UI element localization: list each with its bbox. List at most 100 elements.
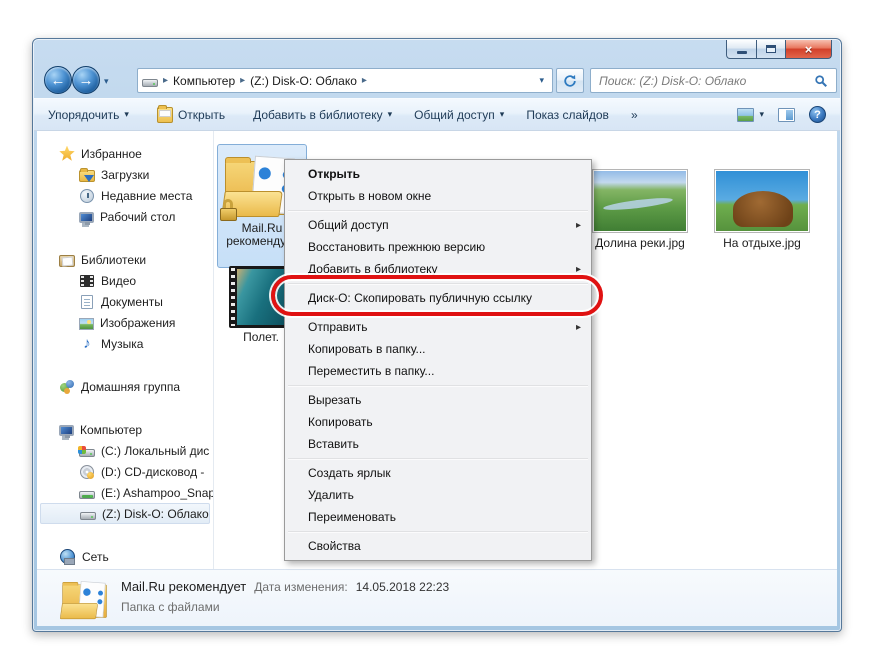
maximize-icon — [766, 45, 776, 53]
sidebar-item-pictures[interactable]: Изображения — [37, 312, 213, 333]
address-bar[interactable]: ▸ Компьютер ▸ (Z:) Disk-O: Облако ▸ ▾ — [137, 68, 553, 93]
menu-item-cut[interactable]: Вырезать — [286, 389, 590, 411]
menu-item-open-new-window[interactable]: Открыть в новом окне — [286, 185, 590, 207]
help-button[interactable]: ? — [809, 106, 826, 123]
image-thumbnail — [592, 169, 688, 233]
menu-item-rename[interactable]: Переименовать — [286, 506, 590, 528]
minimize-icon — [737, 51, 747, 54]
organize-button[interactable]: Упорядочить ▾ — [48, 108, 129, 122]
sidebar-item-videos[interactable]: Видео — [37, 270, 213, 291]
sidebar-item-desktop[interactable]: Рабочий стол — [37, 206, 213, 227]
search-placeholder: Поиск: (Z:) Disk-O: Облако — [599, 74, 814, 88]
explorer-window: × ← → ▾ ▸ Компьютер ▸ (Z:) Disk-O: Облак… — [32, 38, 842, 632]
details-pane: Mail.Ru рекомендует Дата изменения: 14.0… — [37, 569, 837, 626]
forward-button[interactable]: → — [72, 66, 100, 94]
computer-icon — [59, 425, 74, 436]
menu-item-open[interactable]: Открыть — [286, 163, 590, 185]
breadcrumb-separator-icon: ▸ — [362, 75, 367, 86]
image-tile-valley[interactable]: Долина реки.jpg — [585, 169, 695, 250]
menu-item-paste[interactable]: Вставить — [286, 433, 590, 455]
menu-item-add-to-library[interactable]: Добавить в библиотеку ▸ — [286, 258, 590, 280]
share-button[interactable]: Общий доступ ▾ — [414, 108, 504, 122]
menu-separator — [288, 210, 588, 211]
sidebar-item-network[interactable]: Сеть — [37, 546, 213, 567]
forward-arrow-icon: → — [79, 72, 94, 89]
close-icon: × — [805, 43, 813, 56]
sidebar-item-libraries[interactable]: Библиотеки — [37, 249, 213, 270]
chevron-down-icon: ▾ — [759, 109, 764, 120]
sidebar-item-drive-e[interactable]: (E:) Ashampoo_Snap — [37, 482, 213, 503]
menu-item-properties[interactable]: Свойства — [286, 535, 590, 557]
window-controls: × — [726, 40, 832, 59]
menu-separator — [288, 531, 588, 532]
document-icon — [81, 295, 93, 309]
pictures-icon — [79, 318, 94, 330]
menu-item-copy-to-folder[interactable]: Копировать в папку... — [286, 338, 590, 360]
sidebar-item-favorites[interactable]: Избранное — [37, 143, 213, 164]
sidebar-item-computer[interactable]: Компьютер — [37, 419, 213, 440]
menu-item-move-to-folder[interactable]: Переместить в папку... — [286, 360, 590, 382]
search-input[interactable]: Поиск: (Z:) Disk-O: Облако — [590, 68, 837, 93]
back-button[interactable]: ← — [44, 66, 72, 94]
open-label: Открыть — [178, 108, 225, 122]
organize-label: Упорядочить — [48, 108, 119, 122]
preview-pane-icon — [778, 108, 795, 122]
recent-pages-dropdown[interactable]: ▾ — [104, 76, 109, 87]
breadcrumb-separator-icon: ▸ — [163, 75, 168, 86]
sidebar-item-homegroup[interactable]: Домашняя группа — [37, 376, 213, 397]
sidebar-item-drive-c[interactable]: (C:) Локальный дис — [37, 440, 213, 461]
add-to-library-button[interactable]: Добавить в библиотеку ▾ — [253, 108, 392, 122]
sidebar-item-documents[interactable]: Документы — [37, 291, 213, 312]
minimize-button[interactable] — [726, 40, 757, 59]
breadcrumb-separator-icon: ▸ — [240, 75, 245, 86]
sidebar-item-downloads[interactable]: Загрузки — [37, 164, 213, 185]
back-arrow-icon: ← — [51, 72, 66, 89]
menu-item-share[interactable]: Общий доступ ▸ — [286, 214, 590, 236]
details-date-label: Дата изменения: — [254, 580, 348, 594]
chevron-down-icon: ▾ — [388, 109, 393, 120]
share-label: Общий доступ — [414, 108, 495, 122]
context-menu: Открыть Открыть в новом окне Общий досту… — [284, 159, 592, 561]
menu-item-delete[interactable]: Удалить — [286, 484, 590, 506]
open-folder-icon — [157, 107, 173, 123]
sidebar-item-drive-z-selected[interactable]: (Z:) Disk-O: Облако — [40, 503, 210, 524]
network-icon — [60, 549, 75, 564]
preview-pane-button[interactable] — [778, 108, 795, 122]
chevron-down-icon: ▾ — [124, 109, 129, 120]
breadcrumb-computer[interactable]: Компьютер — [173, 74, 235, 88]
sidebar-item-drive-d[interactable]: (D:) CD-дисковод - — [37, 461, 213, 482]
sidebar-item-music[interactable]: ♪ Музыка — [37, 333, 213, 354]
views-icon — [737, 108, 754, 122]
details-folder-icon — [61, 577, 109, 620]
address-dropdown-icon[interactable]: ▾ — [535, 75, 548, 86]
menu-item-send-to[interactable]: Отправить ▸ — [286, 316, 590, 338]
add-to-library-label: Добавить в библиотеку — [253, 108, 383, 122]
search-icon[interactable] — [814, 74, 828, 88]
image-tile-vacation[interactable]: На отдыхе.jpg — [707, 169, 817, 250]
menu-item-disko-copy-public-link[interactable]: Диск-О: Скопировать публичную ссылку — [286, 287, 590, 309]
menu-item-copy[interactable]: Копировать — [286, 411, 590, 433]
help-icon: ? — [809, 106, 826, 123]
slideshow-button[interactable]: Показ слайдов — [526, 108, 609, 122]
open-button[interactable]: Открыть — [157, 107, 225, 123]
image-name-label: На отдыхе.jpg — [707, 237, 817, 250]
lock-icon — [219, 199, 239, 221]
details-file-name: Mail.Ru рекомендует — [121, 579, 246, 594]
desktop-icon — [79, 212, 94, 223]
downloads-folder-icon — [79, 170, 95, 182]
breadcrumb-current-folder[interactable]: (Z:) Disk-O: Облако — [250, 74, 357, 88]
close-button[interactable]: × — [786, 40, 832, 59]
change-view-button[interactable]: ▾ — [737, 108, 764, 122]
menu-separator — [288, 312, 588, 313]
refresh-button[interactable] — [556, 68, 584, 93]
menu-item-create-shortcut[interactable]: Создать ярлык — [286, 462, 590, 484]
cd-drive-icon — [80, 465, 94, 479]
homegroup-icon — [59, 379, 75, 395]
network-drive-icon — [79, 491, 95, 499]
maximize-button[interactable] — [757, 40, 786, 59]
toolbar-overflow-button[interactable]: » — [631, 108, 638, 122]
chevron-down-icon: ▾ — [500, 109, 505, 120]
menu-item-restore-previous-version[interactable]: Восстановить прежнюю версию — [286, 236, 590, 258]
music-note-icon: ♪ — [79, 336, 95, 352]
sidebar-item-recent-places[interactable]: Недавние места — [37, 185, 213, 206]
